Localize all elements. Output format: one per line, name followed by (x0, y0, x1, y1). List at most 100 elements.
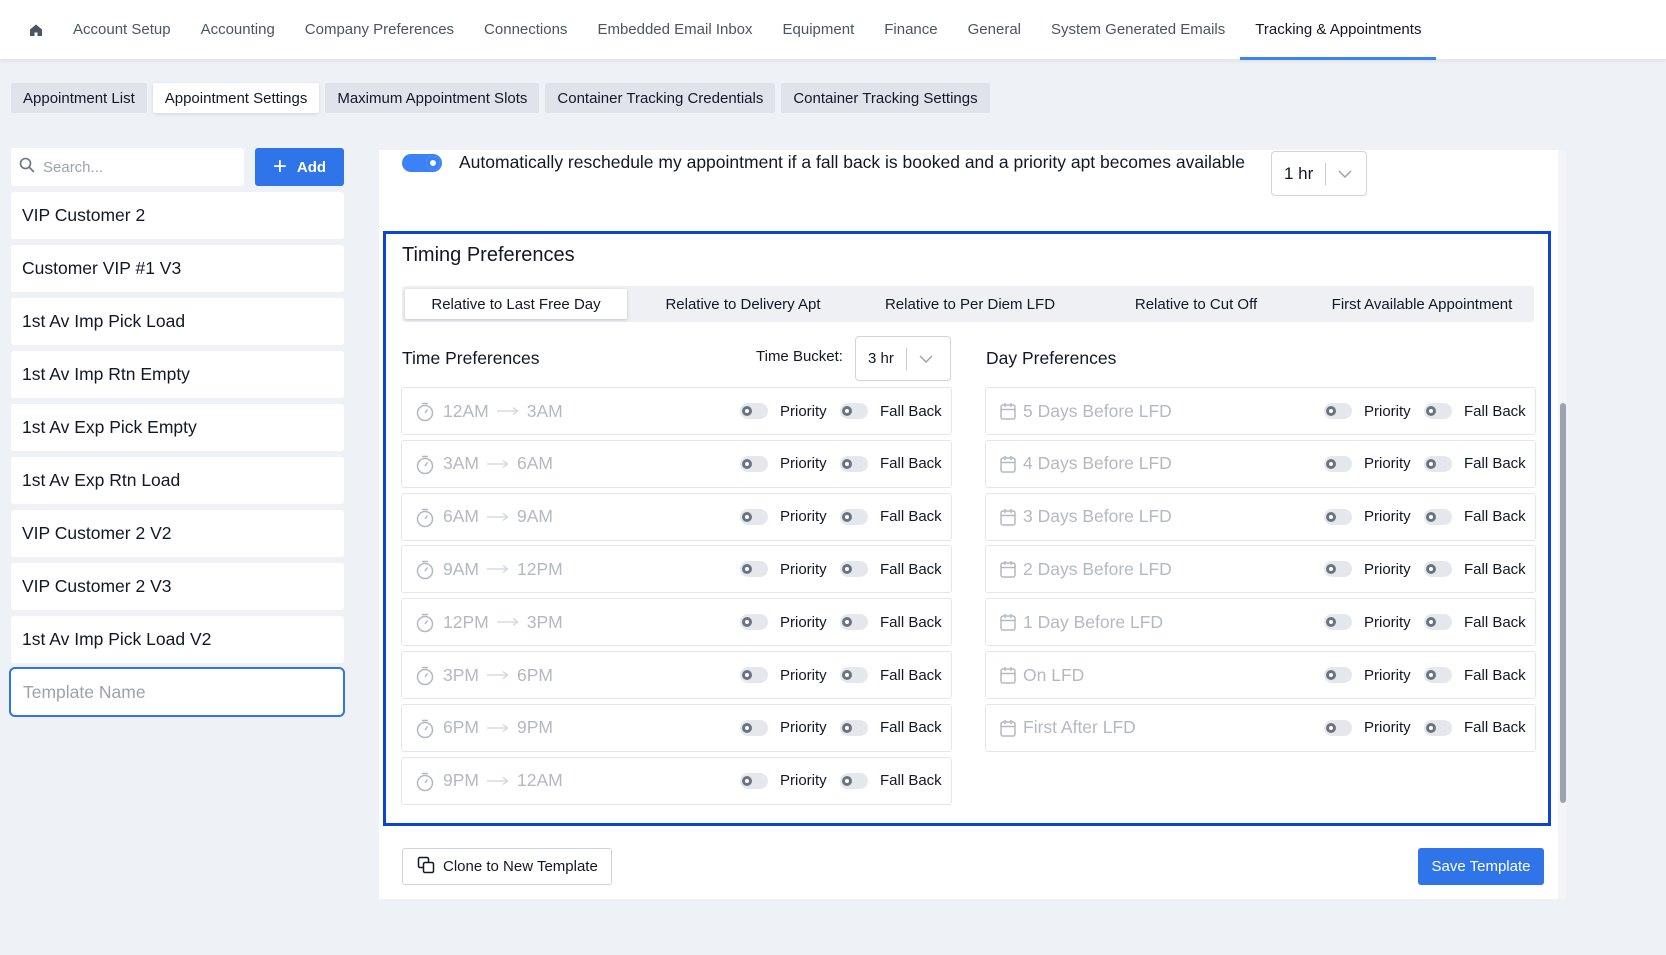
day-preference-row: First After LFD Priority Fall Back (985, 703, 1536, 752)
fallback-toggle[interactable] (840, 772, 868, 789)
fallback-toggle[interactable] (1424, 719, 1452, 736)
arrow-right-icon (486, 776, 510, 786)
priority-toggle[interactable] (740, 455, 768, 472)
fallback-toggle[interactable] (840, 455, 868, 472)
search-input[interactable]: Search... (11, 148, 244, 186)
nav-general[interactable]: General (953, 0, 1036, 59)
time-slot-start: 9PM (443, 770, 479, 791)
day-preferences-title: Day Preferences (986, 348, 1117, 368)
nav-tracking-appointments[interactable]: Tracking & Appointments (1240, 0, 1437, 60)
calendar-icon (1000, 666, 1016, 689)
fallback-toggle[interactable] (1424, 667, 1452, 683)
nav-company-preferences[interactable]: Company Preferences (290, 0, 469, 59)
time-slot-row: 12AM 3AM Priority Fall Back (401, 387, 952, 435)
clone-template-button[interactable]: Clone to New Template (402, 848, 612, 885)
home-icon[interactable] (0, 0, 58, 59)
tab-appointment-settings[interactable]: Appointment Settings (152, 83, 320, 113)
scrollbar-thumb[interactable] (1560, 403, 1566, 803)
mode-relative-delivery-apt[interactable]: Relative to Delivery Apt (627, 289, 859, 319)
template-item[interactable]: 1st Av Imp Rtn Empty (11, 351, 344, 398)
save-template-button[interactable]: Save Template (1418, 848, 1544, 885)
time-slot-range: 12AM 3AM (443, 401, 563, 422)
fallback-toggle[interactable] (1424, 508, 1452, 525)
nav-embedded-email-inbox[interactable]: Embedded Email Inbox (582, 0, 767, 59)
template-item[interactable]: 1st Av Imp Pick Load V2 (11, 616, 344, 663)
mode-relative-per-diem-lfd[interactable]: Relative to Per Diem LFD (859, 289, 1081, 319)
template-item[interactable]: 1st Av Exp Pick Empty (11, 404, 344, 451)
priority-toggle[interactable] (740, 403, 768, 419)
fallback-toggle[interactable] (840, 403, 868, 419)
priority-toggle[interactable] (1324, 403, 1352, 419)
day-preference-label: 5 Days Before LFD (1023, 400, 1172, 421)
mode-first-available-appointment[interactable]: First Available Appointment (1311, 289, 1533, 319)
priority-toggle[interactable] (1324, 508, 1352, 525)
time-slot-end: 9PM (516, 717, 553, 738)
timing-mode-tabs: Relative to Last Free Day Relative to De… (402, 286, 1534, 322)
tab-appointment-list[interactable]: Appointment List (11, 83, 147, 113)
priority-toggle[interactable] (740, 772, 768, 789)
fallback-option: Fall Back (840, 719, 942, 736)
priority-toggle[interactable] (740, 508, 768, 525)
tab-container-tracking-credentials[interactable]: Container Tracking Credentials (545, 83, 776, 113)
timer-icon (416, 613, 434, 638)
auto-reschedule-toggle[interactable] (402, 153, 442, 172)
template-item[interactable]: Customer VIP #1 V3 (11, 245, 344, 292)
priority-toggle[interactable] (740, 561, 768, 578)
fallback-toggle[interactable] (840, 719, 868, 736)
nav-connections[interactable]: Connections (469, 0, 582, 59)
priority-option: Priority (740, 508, 827, 525)
add-template-button[interactable]: + Add (255, 148, 344, 186)
template-name-input[interactable]: Template Name (9, 667, 345, 717)
timer-icon (416, 772, 434, 797)
priority-toggle[interactable] (740, 667, 768, 683)
fallback-option: Fall Back (840, 403, 942, 420)
fallback-label: Fall Back (880, 560, 942, 578)
tab-container-tracking-settings[interactable]: Container Tracking Settings (781, 83, 990, 113)
tab-maximum-appointment-slots[interactable]: Maximum Appointment Slots (325, 83, 540, 113)
timer-icon (416, 402, 434, 427)
nav-finance[interactable]: Finance (869, 0, 952, 59)
fallback-toggle[interactable] (1424, 455, 1452, 472)
nav-equipment[interactable]: Equipment (768, 0, 870, 59)
time-slot-start: 12AM (443, 400, 489, 421)
time-slot-range: 3AM 6AM (443, 453, 553, 474)
day-preference-row: 3 Days Before LFD Priority Fall Back (985, 492, 1536, 541)
priority-toggle[interactable] (740, 614, 768, 631)
time-slot-end: 9AM (516, 506, 553, 527)
copy-icon (417, 856, 435, 878)
fallback-option: Fall Back (840, 561, 942, 578)
time-slot-row: 3PM 6PM Priority Fall Back (401, 651, 952, 699)
priority-toggle[interactable] (1324, 667, 1352, 683)
priority-option: Priority (1324, 403, 1411, 420)
priority-option: Priority (1324, 455, 1411, 472)
fallback-toggle[interactable] (840, 561, 868, 578)
priority-label: Priority (780, 719, 827, 737)
template-item[interactable]: 1st Av Imp Pick Load (11, 298, 344, 345)
mode-relative-last-free-day[interactable]: Relative to Last Free Day (405, 289, 627, 319)
template-item[interactable]: VIP Customer 2 V2 (11, 510, 344, 557)
template-item[interactable]: VIP Customer 2 (11, 192, 344, 239)
fallback-toggle[interactable] (840, 614, 868, 631)
fallback-toggle[interactable] (1424, 403, 1452, 419)
time-slot-end: 6PM (516, 664, 553, 685)
priority-toggle[interactable] (1324, 719, 1352, 736)
fallback-toggle[interactable] (840, 508, 868, 525)
reschedule-window-select[interactable]: 1 hr (1271, 151, 1367, 196)
priority-toggle[interactable] (1324, 455, 1352, 472)
fallback-toggle[interactable] (1424, 614, 1452, 631)
nav-account-setup[interactable]: Account Setup (58, 0, 186, 59)
nav-accounting[interactable]: Accounting (186, 0, 290, 59)
fallback-option: Fall Back (840, 772, 942, 789)
day-preference-label: 3 Days Before LFD (1023, 506, 1172, 527)
mode-relative-cut-off[interactable]: Relative to Cut Off (1081, 289, 1311, 319)
template-item[interactable]: VIP Customer 2 V3 (11, 563, 344, 610)
template-item[interactable]: 1st Av Exp Rtn Load (11, 457, 344, 504)
priority-toggle[interactable] (1324, 614, 1352, 631)
priority-toggle[interactable] (1324, 561, 1352, 578)
fallback-toggle[interactable] (1424, 561, 1452, 578)
reschedule-window-value: 1 hr (1284, 163, 1314, 183)
fallback-toggle[interactable] (840, 667, 868, 683)
nav-system-generated-emails[interactable]: System Generated Emails (1036, 0, 1240, 59)
time-bucket-select[interactable]: 3 hr (855, 336, 951, 381)
priority-toggle[interactable] (740, 719, 768, 736)
